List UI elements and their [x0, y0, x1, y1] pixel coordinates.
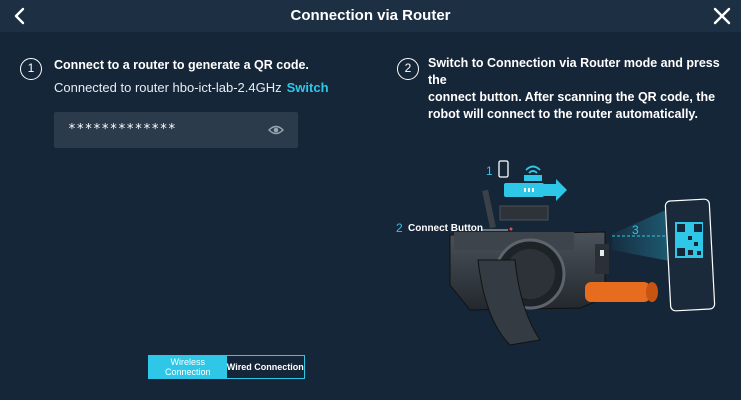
illustration-label-2: 2 — [396, 221, 403, 235]
step-2-number: 2 — [397, 58, 419, 80]
robot-illustration: 1 2 Connect Button 3 — [390, 150, 730, 380]
step-2-title: Switch to Connection via Router mode and… — [428, 55, 728, 123]
phone-icon — [498, 160, 509, 178]
illustration-label-3: 3 — [632, 223, 639, 237]
wireless-connection-tab[interactable]: Wireless Connection — [149, 356, 227, 378]
router-module — [504, 179, 567, 201]
wired-connection-tab[interactable]: Wired Connection — [226, 356, 304, 378]
router-status: Connected to router hbo-ict-lab-2.4GHz Sw… — [54, 80, 329, 95]
password-value: ************* — [68, 122, 177, 137]
eye-icon — [268, 125, 284, 135]
wireless-label-line1: Wireless — [170, 357, 205, 367]
password-field[interactable]: ************* — [54, 112, 298, 148]
header-bar: Connection via Router — [0, 0, 741, 32]
illustration-label-1: 1 — [486, 164, 493, 178]
step-2-title-line1: Switch to Connection via Router mode and… — [428, 56, 720, 87]
close-button[interactable] — [711, 5, 733, 27]
router-status-text: Connected to router hbo-ict-lab-2.4GHz — [54, 80, 282, 95]
step-1-title: Connect to a router to generate a QR cod… — [54, 58, 309, 72]
phone-qr — [664, 198, 716, 312]
robot-body — [449, 189, 658, 346]
wireless-label-line2: Connection — [164, 367, 211, 377]
connect-button-label: Connect Button — [408, 223, 483, 234]
connection-type-toggle: Wireless Connection Wired Connection — [148, 355, 305, 379]
wifi-icon — [524, 165, 542, 181]
step-2-title-line3: robot will connect to the router automat… — [428, 107, 698, 121]
show-password-button[interactable] — [268, 123, 284, 137]
switch-router-link[interactable]: Switch — [287, 80, 329, 95]
page-title: Connection via Router — [290, 7, 451, 24]
step-2-title-line2: connect button. After scanning the QR co… — [428, 90, 716, 104]
close-icon — [713, 7, 731, 25]
step-1-number: 1 — [20, 58, 42, 80]
